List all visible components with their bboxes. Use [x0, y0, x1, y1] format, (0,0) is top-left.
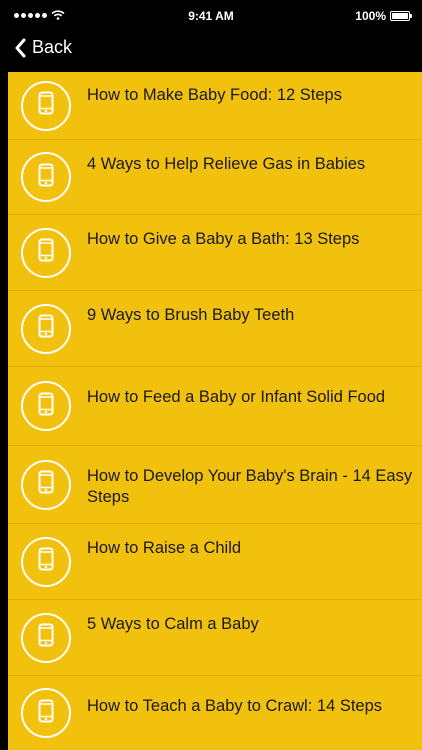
- chevron-left-icon: [15, 38, 26, 57]
- list-item-title: How to Raise a Child: [87, 539, 242, 557]
- list-item-title: How to Teach a Baby to Crawl: 14 Steps: [87, 697, 383, 715]
- list-item-title: 5 Ways to Calm a Baby: [87, 615, 259, 633]
- list-item[interactable]: How to Give a Baby a Bath: 13 Steps: [8, 215, 422, 291]
- list-item[interactable]: How to Make Baby Food: 12 Steps: [8, 72, 422, 140]
- phone-icon-badge: [21, 227, 71, 278]
- phone-icon: [38, 238, 54, 267]
- list-item-title: How to Feed a Baby or Infant Solid Food: [87, 388, 386, 406]
- status-bar: 9:41 AM 100%: [0, 0, 422, 34]
- battery-level: [392, 13, 408, 19]
- list-item[interactable]: How to Develop Your Baby's Brain - 14 Ea…: [8, 446, 422, 524]
- navigation-bar: Back: [0, 34, 422, 72]
- phone-icon-badge: [21, 536, 71, 587]
- list-item-title: How to Develop Your Baby's Brain - 14 Ea…: [87, 467, 413, 506]
- phone-icon: [38, 547, 54, 576]
- phone-icon: [38, 699, 54, 728]
- phone-icon-badge: [21, 688, 71, 738]
- phone-icon: [38, 392, 54, 421]
- phone-icon-badge: [21, 152, 71, 202]
- list-item-title: How to Give a Baby a Bath: 13 Steps: [87, 230, 360, 248]
- list-item[interactable]: How to Teach a Baby to Crawl: 14 Steps: [8, 676, 422, 750]
- phone-icon-badge: [21, 459, 71, 510]
- phone-icon: [38, 470, 54, 499]
- phone-icon-badge: [21, 80, 71, 131]
- list-item[interactable]: How to Feed a Baby or Infant Solid Food: [8, 367, 422, 446]
- list-item-title: 4 Ways to Help Relieve Gas in Babies: [87, 155, 366, 173]
- list-item-title: How to Make Baby Food: 12 Steps: [87, 86, 342, 104]
- back-button[interactable]: Back: [14, 37, 72, 58]
- battery-percentage: 100%: [355, 9, 386, 23]
- list-item-title: 9 Ways to Brush Baby Teeth: [87, 306, 295, 324]
- phone-icon-badge: [21, 303, 71, 354]
- battery-icon: [390, 11, 412, 21]
- battery-indicator: 100%: [355, 9, 412, 23]
- list-item[interactable]: 9 Ways to Brush Baby Teeth: [8, 291, 422, 367]
- back-label: Back: [32, 37, 73, 57]
- list-item[interactable]: 4 Ways to Help Relieve Gas in Babies: [8, 140, 422, 215]
- phone-icon: [38, 623, 54, 652]
- phone-icon-badge: [21, 612, 71, 663]
- phone-icon: [38, 91, 54, 120]
- phone-icon-badge: [21, 381, 71, 431]
- phone-icon: [38, 163, 54, 192]
- article-list: How to Make Baby Food: 12 Steps 4 Ways to…: [8, 72, 422, 750]
- phone-icon: [38, 314, 54, 343]
- list-item[interactable]: 5 Ways to Calm a Baby: [8, 600, 422, 676]
- app-screen: 9:41 AM 100% Back How to Make Baby Food:…: [0, 0, 422, 750]
- list-item[interactable]: How to Raise a Child: [8, 524, 422, 600]
